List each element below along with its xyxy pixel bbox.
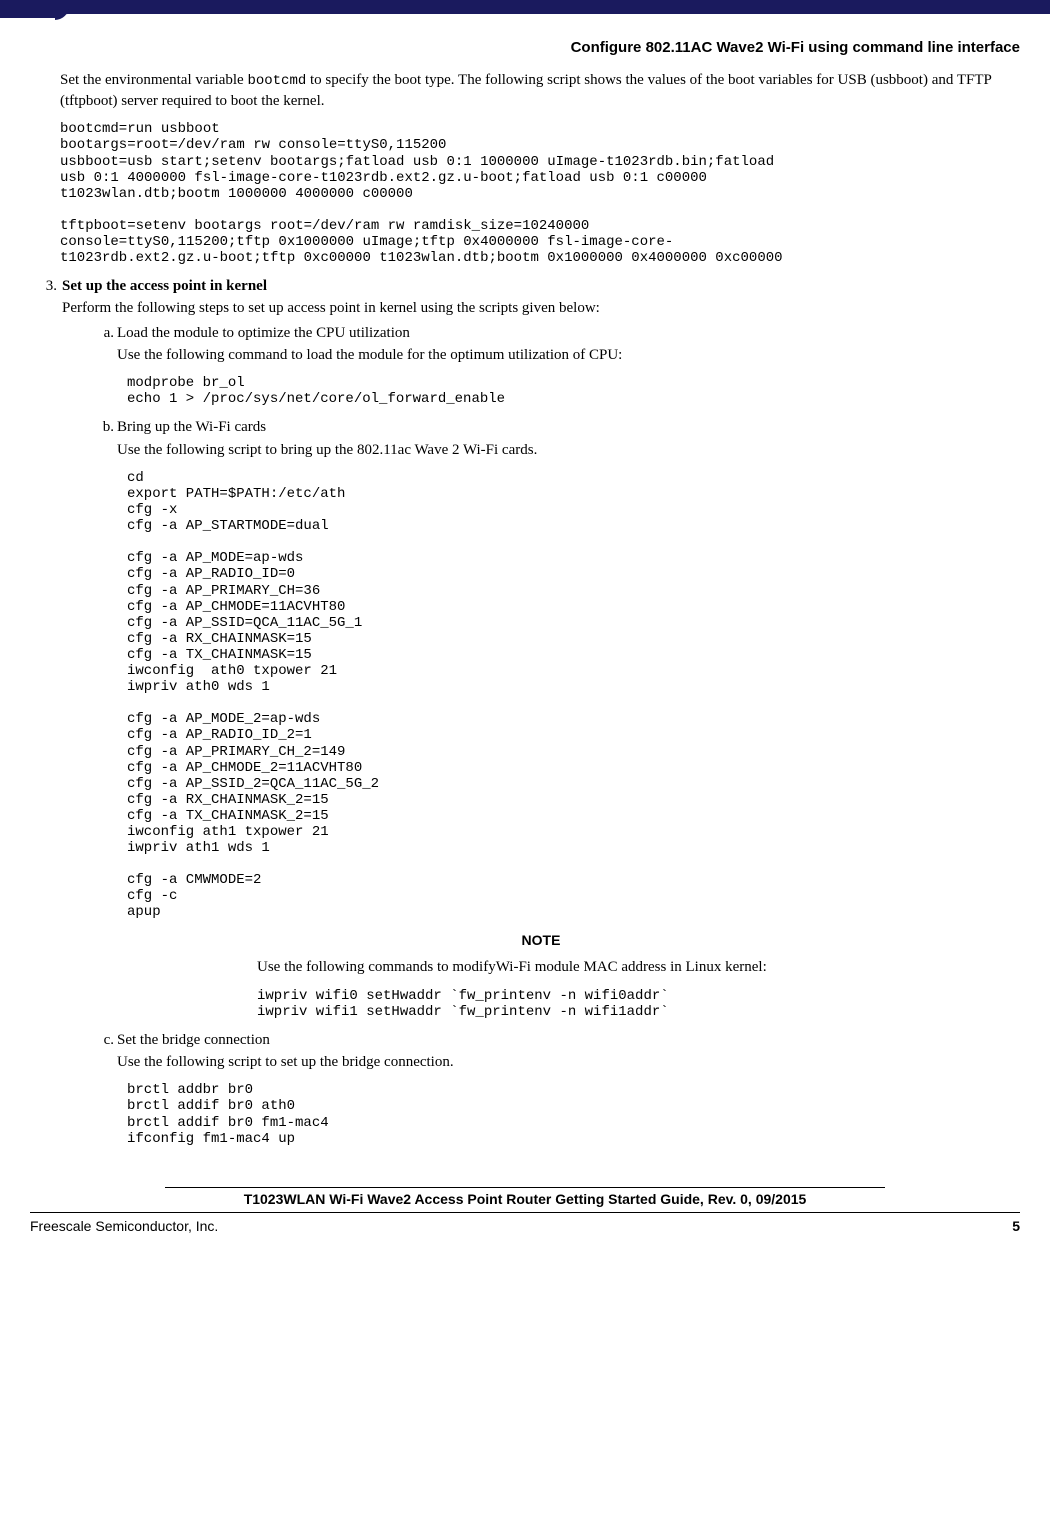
step-3-intro: Perform the following steps to set up ac… [62, 298, 1020, 318]
note-block: Use the following commands to modifyWi-F… [257, 957, 1020, 977]
step-list: Set up the access point in kernel Perfor… [32, 276, 1020, 1147]
substep-list: a. Load the module to optimize the CPU u… [62, 323, 1020, 366]
intro-prefix: Set the environmental variable [60, 72, 247, 88]
step-3a-code: modprobe br_ol echo 1 > /proc/sys/net/co… [127, 375, 1020, 407]
footer-rule-bottom [30, 1212, 1020, 1213]
step-3c-code: brctl addbr br0 brctl addif br0 ath0 brc… [127, 1082, 1020, 1146]
marker-a: a. [92, 323, 114, 343]
note-label: NOTE [62, 931, 1020, 950]
marker-c: c. [92, 1030, 114, 1050]
substep-list-c: c. Set the bridge connection Use the fol… [62, 1030, 1020, 1073]
note-text: Use the following commands to modifyWi-F… [257, 957, 1020, 977]
step-3a: a. Load the module to optimize the CPU u… [117, 323, 1020, 366]
step-3b-desc: Use the following script to bring up the… [117, 440, 1020, 460]
marker-b: b. [92, 417, 114, 437]
intro-paragraph: Set the environmental variable bootcmd t… [60, 70, 1020, 111]
step-3b-title: Bring up the Wi-Fi cards [117, 419, 266, 435]
substep-list-b: b. Bring up the Wi-Fi cards Use the foll… [62, 417, 1020, 460]
page-header-title: Configure 802.11AC Wave2 Wi-Fi using com… [20, 38, 1020, 58]
step-3b-code: cd export PATH=$PATH:/etc/ath cfg -x cfg… [127, 470, 1020, 921]
step-3c: c. Set the bridge connection Use the fol… [117, 1030, 1020, 1073]
page-footer: T1023WLAN Wi-Fi Wave2 Access Point Route… [20, 1177, 1030, 1236]
footer-page-number: 5 [1012, 1217, 1020, 1236]
step-3a-title: Load the module to optimize the CPU util… [117, 325, 410, 341]
footer-rule-top [165, 1187, 885, 1188]
note-code: iwpriv wifi0 setHwaddr `fw_printenv -n w… [257, 988, 1020, 1020]
step-3c-title: Set the bridge connection [117, 1032, 270, 1048]
step-3c-desc: Use the following script to set up the b… [117, 1052, 1020, 1072]
intro-code-word: bootcmd [247, 73, 306, 89]
step-3: Set up the access point in kernel Perfor… [32, 276, 1020, 1147]
footer-doc-title: T1023WLAN Wi-Fi Wave2 Access Point Route… [30, 1190, 1020, 1209]
header-decorative-bar [0, 0, 1050, 18]
step-3-title: Set up the access point in kernel [62, 278, 267, 294]
footer-company: Freescale Semiconductor, Inc. [30, 1217, 218, 1236]
step-3b: b. Bring up the Wi-Fi cards Use the foll… [117, 417, 1020, 460]
bootcmd-code-block: bootcmd=run usbboot bootargs=root=/dev/r… [60, 121, 1020, 266]
step-3a-desc: Use the following command to load the mo… [117, 345, 1020, 365]
